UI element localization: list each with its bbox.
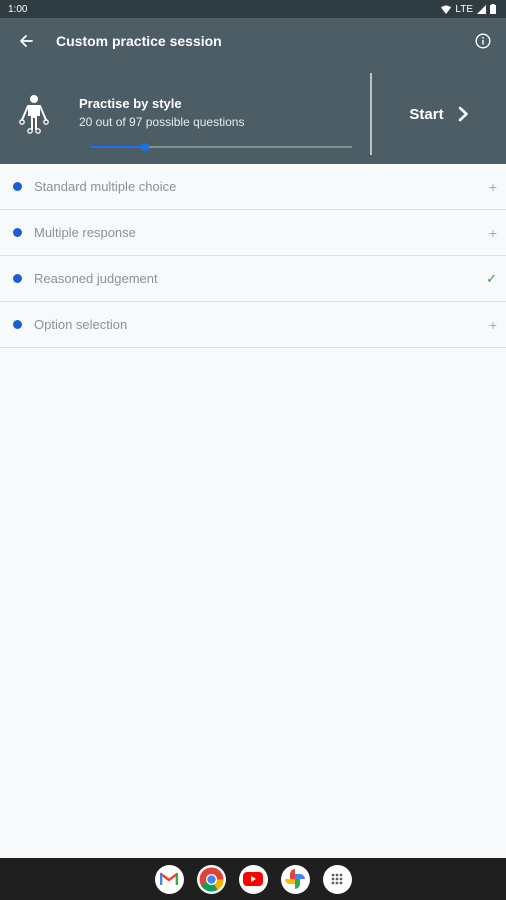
back-button[interactable] [0, 18, 52, 64]
network-label: LTE [455, 3, 473, 15]
status-time: 1:00 [8, 3, 28, 15]
bullet-dot [13, 320, 22, 329]
list-item[interactable]: Option selection + [0, 302, 506, 348]
bullet-dot [13, 274, 22, 283]
style-label: Multiple response [34, 225, 136, 240]
youtube-icon[interactable] [238, 864, 268, 894]
chevron-right-icon [458, 106, 468, 122]
bullet-dot [13, 228, 22, 237]
gmail-icon[interactable] [154, 864, 184, 894]
info-icon [475, 33, 491, 49]
arrow-back-icon [20, 35, 33, 47]
bullet-dot [13, 182, 22, 191]
style-label: Reasoned judgement [34, 271, 158, 286]
list-item[interactable]: Reasoned judgement ✓ [0, 256, 506, 302]
app-bar: Custom practice session [0, 18, 506, 64]
photos-icon[interactable] [280, 864, 310, 894]
list-item[interactable]: Standard multiple choice + [0, 164, 506, 210]
checkmark-icon[interactable]: ✓ [486, 271, 497, 287]
chrome-icon[interactable] [196, 864, 226, 894]
slider-thumb[interactable] [141, 143, 150, 151]
status-bar: 1:00 LTE [0, 0, 506, 18]
add-icon[interactable]: + [489, 225, 497, 241]
panel-title: Practise by style [79, 96, 182, 111]
start-label: Start [409, 105, 444, 123]
wifi-icon [441, 5, 452, 14]
question-count: 20 out of 97 possible questions [79, 115, 245, 129]
style-label: Option selection [34, 317, 128, 332]
question-style-list: Standard multiple choice + Multiple resp… [0, 164, 506, 348]
start-button[interactable]: Start [372, 64, 506, 164]
add-icon[interactable]: + [489, 179, 497, 195]
signal-icon [477, 4, 486, 14]
slider-fill [90, 146, 146, 148]
person-figure-icon [19, 95, 49, 134]
info-button[interactable] [460, 18, 506, 64]
question-count-slider[interactable] [90, 143, 352, 151]
status-icons: LTE [441, 4, 496, 15]
page-title: Custom practice session [56, 33, 222, 49]
app-drawer-icon[interactable] [322, 864, 352, 894]
list-item[interactable]: Multiple response + [0, 210, 506, 256]
session-panel: Practise by style 20 out of 97 possible … [0, 64, 506, 164]
add-icon[interactable]: + [489, 317, 497, 333]
style-label: Standard multiple choice [34, 179, 177, 194]
app-dock [0, 858, 506, 900]
battery-icon [490, 4, 496, 14]
